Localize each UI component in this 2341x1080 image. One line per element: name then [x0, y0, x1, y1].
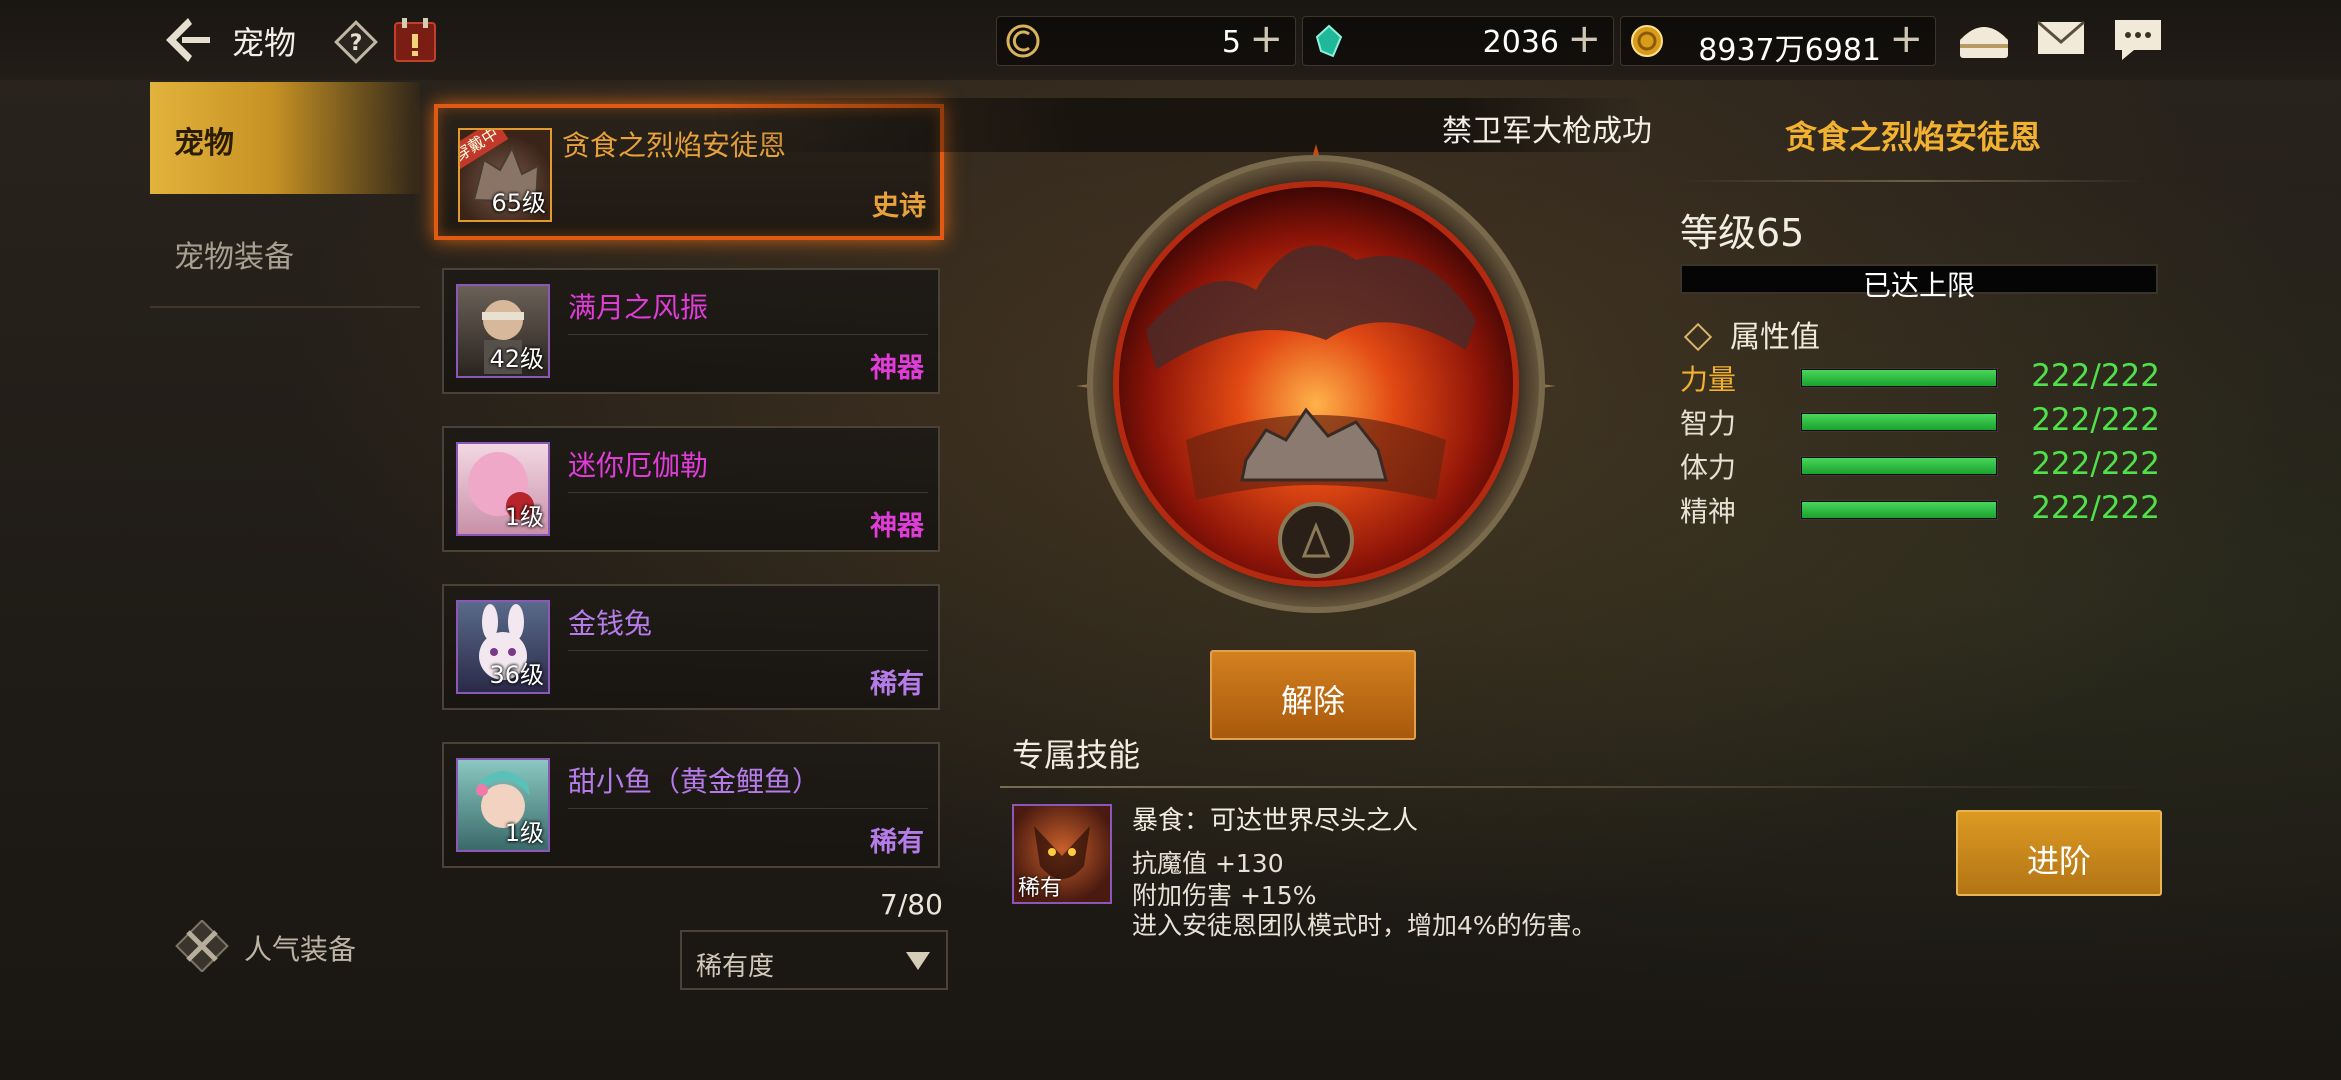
stat-bar-fill [1802, 370, 1996, 386]
release-button-label: 解除 [1280, 682, 1345, 720]
pet-portrait [1076, 144, 1556, 613]
pet-level: 42级 [489, 345, 544, 373]
stat-bar-fill [1802, 458, 1996, 474]
stat-value: 222/222 [2031, 358, 2160, 394]
crossed-swords-icon [175, 920, 229, 972]
pet-rarity: 神器 [870, 353, 924, 384]
calendar-event-icon[interactable] [392, 16, 438, 64]
advance-button-label: 进阶 [2026, 842, 2091, 880]
back-arrow-icon[interactable] [160, 14, 216, 66]
pet-thumbnail: 42级 [456, 284, 550, 378]
pet-thumbnail: 1级 [456, 442, 550, 536]
stat-value: 222/222 [2031, 402, 2160, 438]
pet-name: 甜小鱼（黄金鲤鱼） [568, 765, 821, 798]
skill-name: 暴食：可达世界尽头之人 [1132, 806, 1419, 836]
stat-bar-fill [1802, 502, 1996, 518]
popular-equipment-label: 人气装备 [244, 933, 357, 966]
sort-dropdown[interactable]: 稀有度 [680, 930, 948, 990]
nav-divider [150, 306, 420, 308]
stat-label: 体力 [1680, 451, 1737, 484]
stat-value: 222/222 [2031, 490, 2160, 526]
stat-bar-fill [1802, 414, 1996, 430]
pet-rarity: 稀有 [870, 827, 924, 858]
coupon-resource: 5 + [996, 16, 1296, 66]
divider [568, 492, 928, 493]
exp-bar: 已达上限 [1680, 264, 2158, 302]
pet-name: 满月之风振 [568, 291, 709, 324]
nav-tab-pets[interactable]: 宠物 [150, 82, 420, 194]
pet-level: 65级 [491, 189, 546, 217]
popular-equipment-button[interactable]: 人气装备 [174, 916, 474, 972]
coupon-value: 5 [1221, 25, 1241, 60]
stat-bar [1800, 456, 1998, 476]
skill-effect-line: 进入安徒恩团队模式时，增加4%的伤害。 [1132, 911, 1597, 940]
sort-dropdown-label: 稀有度 [696, 952, 775, 982]
svg-text:?: ? [350, 31, 363, 56]
chat-icon[interactable] [2112, 16, 2164, 64]
divider [568, 650, 928, 651]
dropdown-triangle-icon [906, 952, 930, 970]
pet-thumbnail: 1级 [456, 758, 550, 852]
pet-thumbnail: 穿戴中 65级 [458, 128, 552, 222]
stat-row-strength: 力量 222/222 [1680, 358, 2160, 396]
pet-list-item[interactable]: 36级 金钱兔 稀有 [442, 584, 940, 710]
pet-list-item[interactable]: 1级 迷你厄伽勒 神器 [442, 426, 940, 552]
pet-rarity: 神器 [870, 511, 924, 542]
skill-effect-line: 抗魔值 +130 [1132, 849, 1284, 878]
skill-icon[interactable]: 稀有 [1012, 804, 1112, 904]
gold-add-button[interactable]: + [1889, 19, 1923, 59]
stat-label: 精神 [1680, 495, 1737, 528]
skill-divider [1000, 786, 2160, 788]
divider [568, 334, 928, 335]
stat-row-intelligence: 智力 222/222 [1680, 402, 2160, 440]
release-button[interactable]: 解除 [1210, 650, 1416, 740]
page-title: 宠物 [232, 24, 297, 62]
detail-level: 等级65 [1680, 211, 1805, 255]
stat-row-vitality: 体力 222/222 [1680, 446, 2160, 484]
detail-pet-name: 贪食之烈焰安徒恩 [1784, 118, 2041, 156]
stat-row-spirit: 精神 222/222 [1680, 490, 2160, 528]
pet-list-item[interactable]: 42级 满月之风振 神器 [442, 268, 940, 394]
gold-coin-icon [1631, 25, 1663, 57]
nav-tab-pets-label: 宠物 [174, 126, 234, 161]
coupon-add-button[interactable]: + [1249, 19, 1283, 59]
stat-label: 力量 [1680, 363, 1737, 396]
mail-icon[interactable] [2036, 18, 2086, 58]
crystal-value: 2036 [1482, 25, 1559, 60]
divider [568, 808, 928, 809]
pet-level: 1级 [504, 819, 544, 847]
help-icon[interactable]: ? [334, 20, 378, 64]
pet-level: 36级 [489, 661, 544, 689]
gold-value: 8937万6981 [1698, 33, 1881, 68]
diamond-icon [1683, 322, 1713, 351]
pet-rarity: 史诗 [872, 191, 926, 222]
pet-thumbnail: 36级 [456, 600, 550, 694]
pet-level: 1级 [504, 503, 544, 531]
stat-bar [1800, 500, 1998, 520]
nav-tab-pet-equipment[interactable]: 宠物装备 [174, 232, 294, 276]
skill-rarity-label: 稀有 [1018, 876, 1063, 901]
pet-count: 7/80 [880, 888, 943, 921]
detail-divider [1680, 180, 2146, 182]
exp-max-text: 已达上限 [1862, 269, 1975, 302]
stat-label: 智力 [1680, 407, 1737, 440]
shop-chest-icon[interactable] [1956, 16, 2012, 64]
coupon-icon [1006, 24, 1040, 58]
stat-bar [1800, 368, 1998, 388]
skill-header: 专属技能 [1012, 736, 1141, 774]
pet-rarity: 稀有 [870, 669, 924, 700]
advance-button[interactable]: 进阶 [1956, 810, 2162, 896]
crystal-add-button[interactable]: + [1567, 19, 1601, 59]
attribute-title: 属性值 [1730, 320, 1820, 355]
crystal-icon [1315, 24, 1343, 58]
stat-value: 222/222 [2031, 446, 2160, 482]
attribute-header: 属性值 [1680, 312, 1820, 356]
pet-name: 迷你厄伽勒 [568, 449, 709, 482]
gold-resource: 8937万6981 + [1620, 16, 1936, 68]
stat-bar [1800, 412, 1998, 432]
crystal-resource: 2036 + [1302, 16, 1614, 66]
pet-name: 金钱兔 [568, 607, 653, 640]
pet-list-item[interactable]: 1级 甜小鱼（黄金鲤鱼） 稀有 [442, 742, 940, 868]
